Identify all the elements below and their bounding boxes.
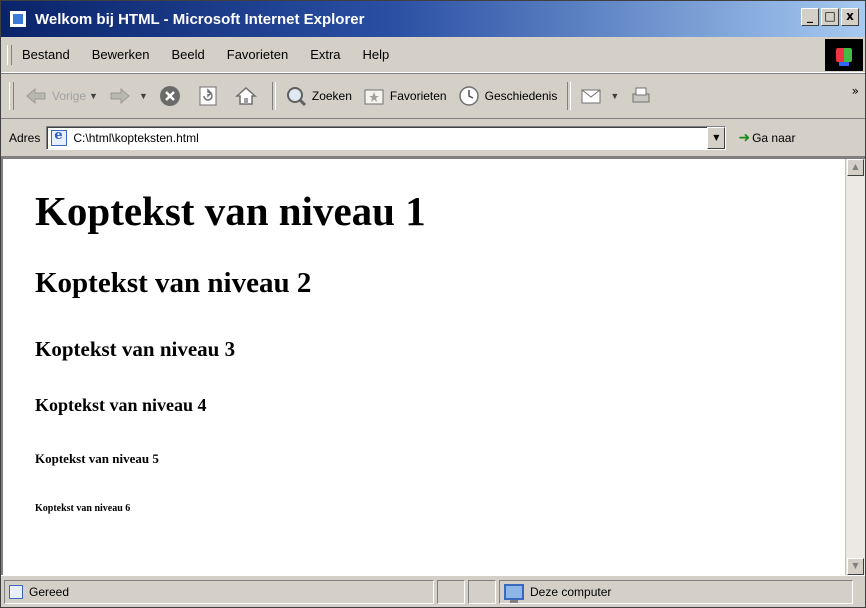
back-dropdown-icon[interactable]: ▼ xyxy=(89,91,98,101)
refresh-button[interactable] xyxy=(196,81,224,111)
mail-icon xyxy=(581,89,601,104)
search-label: Zoeken xyxy=(311,89,352,103)
toolbar-grip[interactable] xyxy=(9,82,14,110)
address-bar: Adres C:\html\kopteksten.html ▼ ➜ Ga naa… xyxy=(1,119,865,157)
security-zone-panel: Deze computer xyxy=(499,579,853,604)
window-title: Welkom bij HTML - Microsoft Internet Exp… xyxy=(35,10,365,28)
refresh-icon xyxy=(199,86,217,106)
page-viewport: Koptekst van niveau 1 Koptekst van nivea… xyxy=(1,157,865,575)
address-label: Adres xyxy=(9,130,41,145)
stop-icon xyxy=(159,86,180,106)
windows-logo-icon xyxy=(825,39,863,71)
status-text-panel: Gereed xyxy=(4,579,434,604)
go-arrow-icon: ➜ xyxy=(738,129,751,145)
menu-bestand[interactable]: Bestand xyxy=(22,47,70,62)
stop-button[interactable] xyxy=(158,81,186,111)
menu-favorieten[interactable]: Favorieten xyxy=(227,47,288,62)
browser-window: Welkom bij HTML - Microsoft Internet Exp… xyxy=(0,0,866,608)
forward-button[interactable]: ▼ xyxy=(108,81,148,111)
close-button[interactable]: x xyxy=(841,8,859,26)
standard-toolbar: Vorige ▼ ▼ Zoeken Favorieten Geschiedeni… xyxy=(1,73,865,119)
computer-icon xyxy=(504,583,524,603)
zone-text: Deze computer xyxy=(530,584,612,599)
mail-button[interactable]: ▼ xyxy=(579,81,619,111)
vertical-scrollbar[interactable]: ▲ ▼ xyxy=(845,159,865,575)
toolbar-more-icon[interactable]: » xyxy=(852,84,859,98)
scroll-up-icon[interactable]: ▲ xyxy=(847,159,864,176)
heading-level-3: Koptekst van niveau 3 xyxy=(35,337,236,361)
print-icon xyxy=(632,87,650,103)
internet-explorer-icon xyxy=(9,10,27,28)
home-icon xyxy=(234,86,257,105)
search-button[interactable]: Zoeken xyxy=(284,81,352,111)
page-content: Koptekst van niveau 1 Koptekst van nivea… xyxy=(3,159,845,575)
forward-dropdown-icon[interactable]: ▼ xyxy=(139,91,148,101)
status-panel-empty xyxy=(468,579,496,604)
menu-extra[interactable]: Extra xyxy=(310,47,340,62)
title-bar[interactable]: Welkom bij HTML - Microsoft Internet Exp… xyxy=(1,1,865,37)
menu-bar: Bestand Bewerken Beeld Favorieten Extra … xyxy=(1,37,865,73)
arrow-left-icon xyxy=(26,87,46,105)
go-button[interactable]: ➜ Ga naar xyxy=(738,129,795,146)
back-button[interactable]: Vorige ▼ xyxy=(24,81,98,111)
heading-level-4: Koptekst van niveau 4 xyxy=(35,395,207,415)
menu-bewerken[interactable]: Bewerken xyxy=(92,47,150,62)
status-panel-empty xyxy=(437,579,465,604)
address-dropdown-icon[interactable]: ▼ xyxy=(707,126,726,149)
maximize-button[interactable]: □ xyxy=(821,8,839,26)
go-label: Ga naar xyxy=(752,130,796,145)
toolbar-separator xyxy=(567,82,572,110)
scroll-down-icon[interactable]: ▼ xyxy=(847,558,864,575)
favorites-icon xyxy=(364,89,384,105)
window-controls: _ □ x xyxy=(801,8,859,26)
page-status-icon xyxy=(9,584,23,599)
print-button[interactable] xyxy=(629,81,657,111)
heading-level-5: Koptekst van niveau 5 xyxy=(35,451,159,466)
menu-grip[interactable] xyxy=(7,44,12,65)
heading-level-1: Koptekst van niveau 1 xyxy=(35,188,426,234)
menu-beeld[interactable]: Beeld xyxy=(172,47,205,62)
heading-level-2: Koptekst van niveau 2 xyxy=(35,267,312,299)
favorites-label: Favorieten xyxy=(389,89,447,103)
history-button[interactable]: Geschiedenis xyxy=(457,81,558,111)
home-button[interactable] xyxy=(234,81,262,111)
arrow-right-icon xyxy=(110,87,130,105)
address-value[interactable]: C:\html\kopteksten.html xyxy=(73,131,198,145)
minimize-button[interactable]: _ xyxy=(801,8,819,26)
search-icon xyxy=(286,87,306,107)
menu-help[interactable]: Help xyxy=(363,47,390,62)
heading-level-6: Koptekst van niveau 6 xyxy=(35,503,131,514)
page-icon xyxy=(51,128,68,146)
mail-dropdown-icon[interactable]: ▼ xyxy=(610,91,619,101)
status-text: Gereed xyxy=(29,584,70,599)
status-bar: Gereed Deze computer xyxy=(1,575,865,607)
address-input[interactable]: C:\html\kopteksten.html ▼ xyxy=(46,125,727,150)
history-icon xyxy=(458,86,479,106)
history-label: Geschiedenis xyxy=(484,89,558,103)
favorites-button[interactable]: Favorieten xyxy=(362,81,447,111)
toolbar-separator xyxy=(271,82,276,110)
back-label: Vorige xyxy=(52,89,87,103)
